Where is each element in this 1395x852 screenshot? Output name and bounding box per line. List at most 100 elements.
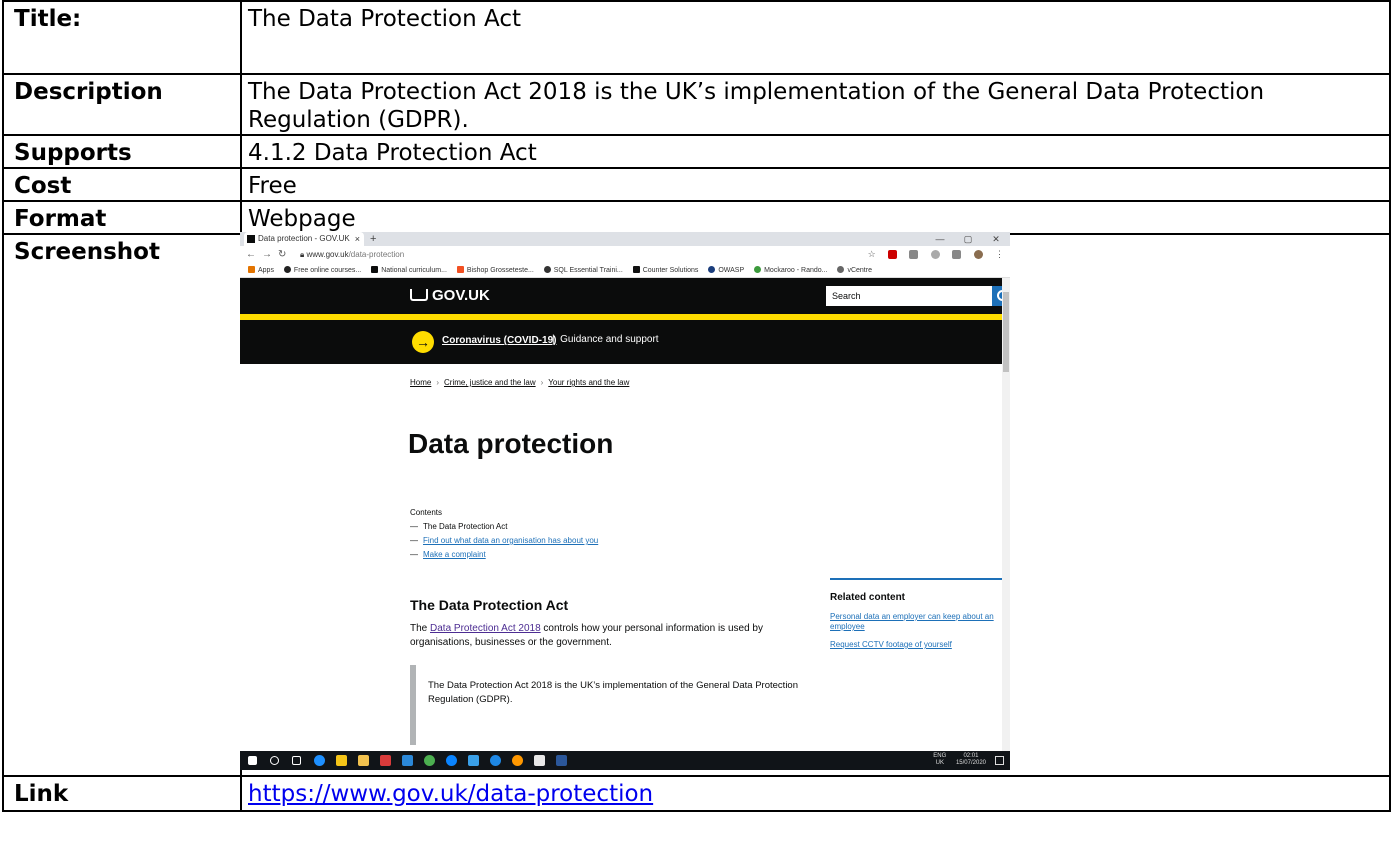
store-icon[interactable]: [336, 755, 347, 766]
crown-icon: [410, 289, 428, 301]
bookmark-item[interactable]: vCentre: [837, 264, 872, 277]
menu-kebab-icon[interactable]: ⋮: [995, 250, 1004, 259]
task-view-icon[interactable]: [292, 756, 301, 765]
system-tray: ENG UK 02:01 15/07/2020: [933, 753, 986, 767]
clock[interactable]: 02:01 15/07/2020: [956, 753, 986, 767]
address-bar: ← → ↻ 🔒︎ www.gov.uk/data-protection ☆ ⋮: [240, 246, 1010, 264]
bookmark-item[interactable]: SQL Essential Traini...: [543, 264, 623, 277]
tab-title: Data protection - GOV.UK: [258, 234, 350, 243]
contents-item[interactable]: — Find out what data an organisation has …: [410, 534, 598, 548]
cost-value: Free: [240, 167, 1391, 202]
inset-text: The Data Protection Act 2018 is the UK’s…: [410, 665, 810, 745]
minimize-icon[interactable]: —: [926, 232, 954, 246]
scrollbar-thumb[interactable]: [1003, 292, 1009, 372]
reload-icon[interactable]: ↻: [278, 246, 286, 264]
bookmark-icon: [283, 266, 291, 273]
extension-icon[interactable]: [930, 250, 940, 259]
bookmark-icon: [754, 266, 762, 273]
breadcrumb-your-rights[interactable]: Your rights and the law: [548, 378, 629, 387]
bookmark-item[interactable]: OWASP: [708, 264, 744, 277]
app-icon[interactable]: [446, 755, 457, 766]
bookmark-item[interactable]: Free online courses...: [283, 264, 361, 277]
bookmark-item[interactable]: Mockaroo - Rando...: [754, 264, 828, 277]
resource-table: Title: The Data Protection Act Descripti…: [2, 0, 1391, 812]
search-icon[interactable]: [270, 756, 279, 765]
covid-guidance-text: | Guidance and support: [552, 334, 659, 345]
covid-link[interactable]: Coronavirus (COVID-19): [442, 334, 556, 348]
pdf-extension-icon[interactable]: [888, 250, 898, 259]
scrollbar[interactable]: [1002, 278, 1010, 751]
forward-icon[interactable]: →: [262, 246, 272, 264]
govuk-header: GOV.UK Search: [240, 278, 1010, 314]
related-link[interactable]: Personal data an employer can keep about…: [830, 612, 1010, 632]
contents-list: Contents — The Data Protection Act — Find …: [410, 506, 598, 562]
format-label: Format: [2, 200, 242, 235]
bookmark-item[interactable]: Counter Solutions: [632, 264, 698, 277]
browser-tabbar: Data protection - GOV.UK × + — ▢ ✕: [240, 232, 1010, 246]
breadcrumb-home[interactable]: Home: [410, 378, 431, 387]
description-value: The Data Protection Act 2018 is the UK’s…: [240, 73, 1391, 136]
search-input[interactable]: Search: [826, 286, 992, 306]
chevron-right-icon: ›: [540, 378, 544, 387]
language-indicator[interactable]: ENG UK: [933, 753, 946, 767]
cost-label: Cost: [2, 167, 242, 202]
chrome-icon[interactable]: [424, 755, 435, 766]
maximize-icon[interactable]: ▢: [954, 232, 982, 246]
extension-icon[interactable]: [909, 250, 919, 259]
bookmarks-bar: Apps Free online courses... National cur…: [240, 264, 1010, 278]
window-controls: — ▢ ✕: [926, 232, 1010, 246]
bookmark-icon: [456, 266, 464, 273]
new-tab-button[interactable]: +: [370, 232, 376, 246]
app-icon[interactable]: [534, 755, 545, 766]
govuk-logo[interactable]: GOV.UK: [410, 287, 490, 305]
breadcrumb: Home › Crime, justice and the law › Your rig…: [410, 378, 629, 388]
contents-item[interactable]: — Make a complaint: [410, 548, 598, 562]
supports-label: Supports: [2, 134, 242, 169]
dpa-2018-link[interactable]: Data Protection Act 2018: [430, 623, 541, 634]
related-content: Related content Personal data an employe…: [830, 578, 1010, 658]
app-icon[interactable]: [380, 755, 391, 766]
screenshot-label: Screenshot: [2, 233, 242, 777]
screenshot-cell: Data protection - GOV.UK × + — ▢ ✕ ← → ↻ 🔒…: [240, 232, 1391, 777]
edge-icon[interactable]: [314, 755, 325, 766]
bookmark-item[interactable]: Apps: [248, 264, 274, 277]
link-cell: https://www.gov.uk/data-protection: [240, 775, 1391, 812]
supports-value: 4.1.2 Data Protection Act: [240, 134, 1391, 169]
word-icon[interactable]: [556, 755, 567, 766]
app-icon[interactable]: [512, 755, 523, 766]
extension-icons: ☆ ⋮: [862, 250, 1004, 260]
contents-item: — The Data Protection Act: [410, 522, 508, 531]
tab-close-icon[interactable]: ×: [355, 232, 360, 246]
url-field[interactable]: 🔒︎ www.gov.uk/data-protection: [300, 246, 404, 264]
related-link[interactable]: Request CCTV footage of yourself: [830, 640, 1010, 650]
bookmark-icon: [543, 266, 551, 273]
app-icon[interactable]: [402, 755, 413, 766]
bookmark-icon: [837, 266, 845, 273]
bookmark-icon: [708, 266, 716, 273]
title-label: Title:: [2, 0, 242, 75]
format-value: Webpage: [240, 200, 1391, 235]
profile-avatar-icon[interactable]: [973, 250, 983, 259]
breadcrumb-crime-justice[interactable]: Crime, justice and the law: [444, 378, 536, 387]
related-heading: Related content: [830, 592, 906, 603]
back-icon[interactable]: ←: [246, 246, 256, 264]
file-explorer-icon[interactable]: [358, 755, 369, 766]
extensions-puzzle-icon[interactable]: [952, 250, 962, 259]
intro-paragraph: The Data Protection Act 2018 controls ho…: [410, 623, 763, 648]
section-title: The Data Protection Act: [410, 597, 569, 613]
browser-tab[interactable]: Data protection - GOV.UK ×: [244, 232, 364, 246]
bookmark-item[interactable]: Bishop Grosseteste...: [456, 264, 534, 277]
mail-icon[interactable]: [468, 755, 479, 766]
apps-icon: [248, 266, 255, 273]
resource-link[interactable]: https://www.gov.uk/data-protection: [248, 781, 653, 807]
bookmark-item[interactable]: National curriculum...: [371, 264, 447, 277]
bookmark-star-icon[interactable]: ☆: [868, 250, 876, 259]
notification-icon[interactable]: [995, 756, 1004, 765]
windows-start-icon[interactable]: [248, 756, 257, 765]
close-window-icon[interactable]: ✕: [982, 232, 1010, 246]
page-title: Data protection: [408, 428, 614, 459]
app-icon[interactable]: [490, 755, 501, 766]
webpage-viewport: GOV.UK Search → Coronavirus (COVID-19) |…: [240, 278, 1010, 751]
arrow-right-icon: →: [412, 331, 434, 353]
windows-taskbar: ENG UK 02:01 15/07/2020: [240, 751, 1010, 770]
